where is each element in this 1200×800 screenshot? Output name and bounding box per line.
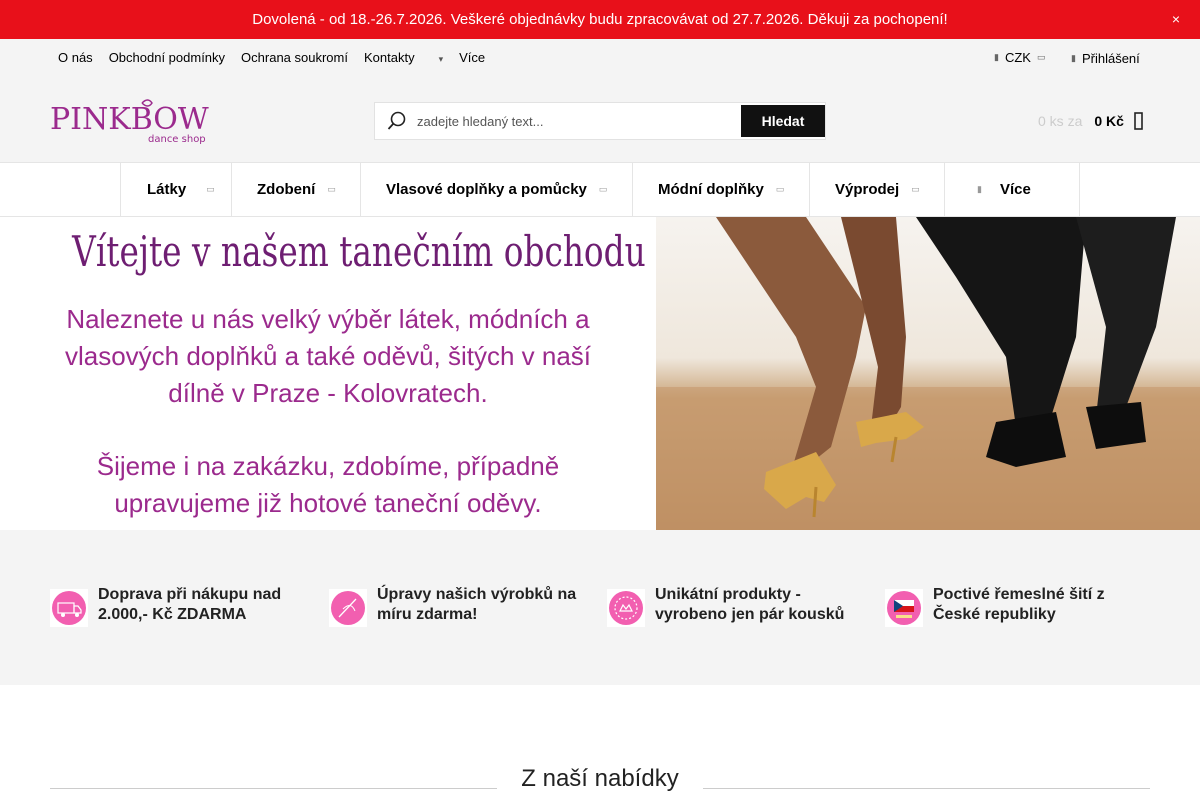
feature-item: Úpravy našich výrobků na míru zdarma!: [329, 585, 589, 627]
nav-label: Zdobení: [257, 181, 316, 198]
nav-item-vyprodej[interactable]: Výprodej ▭: [809, 163, 945, 216]
chevron-down-icon: ▭: [911, 184, 920, 194]
nav-label: Vlasové doplňky a pomůcky: [386, 181, 587, 198]
needle-icon: [329, 589, 367, 627]
hero-title: Vítejte v našem tanečním obchodu: [72, 227, 646, 276]
nav-item-latky[interactable]: Látky ▭: [120, 163, 232, 216]
more-link[interactable]: ▾ Více: [439, 50, 502, 65]
hero-line: dílně v Praze - Kolovratech.: [168, 378, 488, 408]
search-box: Hledat: [374, 102, 826, 140]
feature-text: Doprava při nákupu nad 2.000,- Kč ZDARMA: [98, 586, 282, 623]
menu-icon: ▮: [977, 184, 982, 194]
nav-item-more[interactable]: ▮ Více: [944, 163, 1080, 216]
hero-line: Naleznete u nás velký výběr látek, módní…: [66, 304, 590, 334]
close-icon[interactable]: ×: [1172, 11, 1180, 27]
top-links: O nás Obchodní podmínky Ochrana soukromí…: [58, 50, 517, 65]
search-icon: [387, 111, 406, 130]
dancers-illustration: [656, 217, 1200, 530]
cart-count: 0 ks za: [1038, 113, 1083, 129]
link-terms[interactable]: Obchodní podmínky: [109, 50, 225, 65]
hero-banner[interactable]: Vítejte v našem tanečním obchodu Nalezne…: [0, 217, 1200, 530]
link-contacts[interactable]: Kontakty: [364, 50, 415, 65]
feature-item: Doprava při nákupu nad 2.000,- Kč ZDARMA: [50, 585, 310, 627]
cart-icon: [1134, 112, 1143, 130]
search-button[interactable]: Hledat: [741, 105, 825, 137]
currency-select[interactable]: ▮ CZK ▭: [994, 50, 1045, 65]
nav-item-zdobeni[interactable]: Zdobení ▭: [231, 163, 361, 216]
link-privacy[interactable]: Ochrana soukromí: [241, 50, 348, 65]
chevron-down-icon: ▭: [598, 184, 608, 194]
feature-text: Poctivé řemeslné šití z České republiky: [933, 586, 1105, 623]
logo-mark: PINKBOW dance shop: [50, 99, 209, 145]
notice-text: Dovolená - od 18.-26.7.2026. Veškeré obj…: [252, 11, 948, 28]
feature-text: Úpravy našich výrobků na míru zdarma!: [377, 586, 577, 623]
cart-price: 0 Kč: [1094, 113, 1124, 129]
hero-line: upravujeme již hotové taneční oděvy.: [114, 488, 542, 518]
hero-text-panel: Vítejte v našem tanečním obchodu Nalezne…: [0, 217, 656, 530]
hero-line: Šijeme i na zakázku, zdobíme, případně: [96, 451, 560, 481]
hero-line: vlasových doplňků a také oděvů, šitých v…: [64, 341, 592, 371]
cart[interactable]: 0 ks za 0 Kč: [1038, 112, 1144, 130]
user-icon: ▮: [1071, 53, 1076, 63]
chevron-down-icon: ▾: [438, 54, 444, 64]
logo-sub: dance shop: [148, 134, 206, 145]
nav-label: Více: [999, 181, 1031, 198]
nav-label: Módní doplňky: [658, 181, 764, 198]
nav-item-vlasove[interactable]: Vlasové doplňky a pomůcky ▭: [360, 163, 633, 216]
currency-label: CZK: [1004, 50, 1031, 65]
nav-label: Výprodej: [835, 181, 900, 198]
notice-bar: Dovolená - od 18.-26.7.2026. Veškeré obj…: [0, 0, 1200, 39]
header: PINKBOW dance shop Hledat 0 ks za 0 Kč: [0, 77, 1200, 162]
login-label: Přihlášení: [1081, 51, 1140, 66]
nav-label: Látky: [147, 181, 187, 198]
nav-item-modni[interactable]: Módní doplňky ▭: [632, 163, 810, 216]
feature-item: Unikátní produkty - vyrobeno jen pár kou…: [607, 585, 867, 627]
main-nav: Látky ▭ Zdobení ▭ Vlasové doplňky a pomů…: [0, 162, 1200, 217]
chevron-down-icon: ▭: [206, 184, 215, 194]
search-input[interactable]: [417, 109, 737, 133]
feature-item: Poctivé řemeslné šití z České republiky: [885, 585, 1145, 627]
login-link[interactable]: ▮ Přihlášení: [1071, 51, 1140, 66]
feature-text: Unikátní produkty - vyrobeno jen pár kou…: [655, 586, 845, 623]
logo[interactable]: PINKBOW dance shop: [50, 95, 222, 145]
link-about[interactable]: O nás: [58, 50, 93, 65]
czech-flag-icon: [885, 589, 923, 627]
features-strip: Doprava při nákupu nad 2.000,- Kč ZDARMA…: [0, 530, 1200, 685]
chevron-down-icon: ▭: [1036, 52, 1046, 62]
hero-image-dancers: [656, 217, 1200, 530]
more-label: Více: [459, 50, 486, 65]
chevron-down-icon: ▭: [775, 184, 785, 194]
section-title: Z naší nabídky: [521, 765, 679, 792]
chevron-down-icon: ▭: [327, 184, 336, 194]
logo-text: PINKBOW: [50, 102, 209, 137]
currency-icon: ▮: [994, 52, 999, 62]
unique-badge-icon: [607, 589, 645, 627]
top-bar: O nás Obchodní podmínky Ochrana soukromí…: [0, 39, 1200, 77]
free-delivery-icon: [50, 589, 88, 627]
